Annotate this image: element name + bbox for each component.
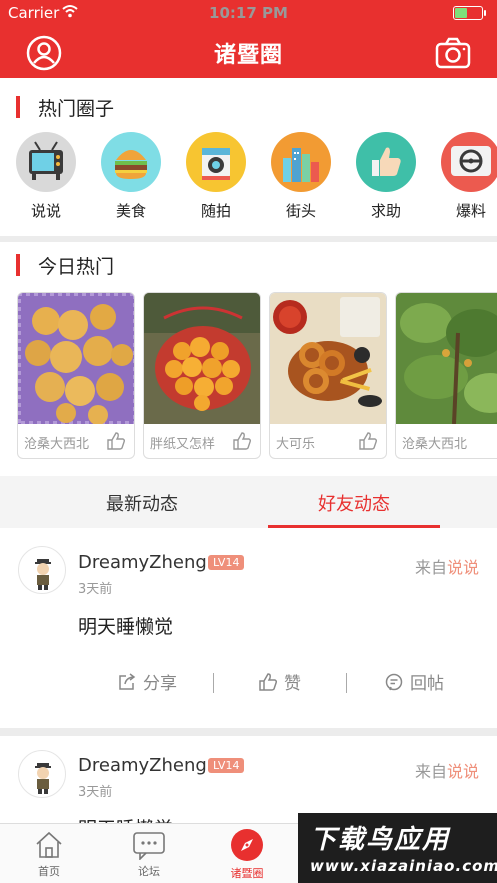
circle-item-food[interactable]: 美食 <box>99 130 163 221</box>
circle-item-street[interactable]: 街头 <box>269 130 333 221</box>
post-source: 来自说说 <box>415 758 479 782</box>
tab-forum[interactable]: 论坛 <box>109 830 189 879</box>
share-label: 分享 <box>143 674 177 694</box>
circle-label: 爆料 <box>455 202 486 220</box>
action-separator <box>213 673 214 693</box>
like-icon[interactable] <box>106 431 126 451</box>
card-caption: 沧桑大西北 <box>24 437 90 452</box>
post-content: 明天睡懒觉 <box>78 616 174 638</box>
circle-label: 美食 <box>115 202 146 220</box>
level-badge: LV14 <box>208 555 245 570</box>
circle-item-report[interactable]: 爆料 <box>439 130 497 221</box>
avatar[interactable] <box>18 750 66 798</box>
battery-icon <box>453 6 486 20</box>
post-time: 3天前 <box>78 582 113 597</box>
hot-card[interactable]: 大可乐 <box>269 292 387 459</box>
tab-label: 诸暨圈 <box>230 867 264 880</box>
feed-post[interactable]: DreamyZheng LV14 3天前 来自说说 明天睡懒觉 分享 赞 回帖 <box>0 528 497 728</box>
post-actions: 分享 赞 回帖 <box>0 669 497 699</box>
card-caption: 大可乐 <box>276 437 316 452</box>
steering-icon <box>441 132 497 192</box>
circle-label: 求助 <box>370 202 401 220</box>
post-source: 来自说说 <box>415 554 479 578</box>
action-separator <box>346 673 347 693</box>
post-divider <box>0 728 497 736</box>
circle-label: 街头 <box>285 202 316 220</box>
comment-icon <box>385 673 403 690</box>
circle-label: 说说 <box>30 202 61 220</box>
thumbs-up-icon <box>356 132 416 192</box>
watermark-title: 下载鸟应用 <box>310 825 451 855</box>
card-caption: 沧桑大西北 <box>402 437 468 452</box>
hot-circles-list: 说说 美食 随拍 街头 求助 爆料 <box>0 130 497 230</box>
like-label: 赞 <box>284 674 301 694</box>
status-bar: Carrier 10:17 PM <box>0 0 497 26</box>
tab-friends[interactable]: 好友动态 <box>269 490 439 516</box>
tv-icon <box>16 132 76 192</box>
hot-card[interactable]: 沧桑大西北 <box>395 292 497 459</box>
watermark-logo: 下载鸟应用 www.xiazainiao.com <box>298 813 497 883</box>
hot-card[interactable]: 胖纸又怎样 <box>143 292 261 459</box>
source-prefix: 来自 <box>414 762 447 781</box>
section-accent-bar <box>16 254 20 276</box>
home-icon <box>36 831 62 858</box>
hot-card[interactable]: 沧桑大西北 <box>17 292 135 459</box>
like-button[interactable]: 赞 <box>258 669 301 694</box>
tab-home[interactable]: 首页 <box>9 830 89 879</box>
feed-tabs: 最新动态 好友动态 <box>0 476 497 528</box>
source-link[interactable]: 说说 <box>447 558 479 577</box>
circle-item-snapshot[interactable]: 随拍 <box>184 130 248 221</box>
hot-circles-title: 热门圈子 <box>38 98 115 120</box>
level-badge: LV14 <box>208 758 245 773</box>
like-icon[interactable] <box>232 431 252 451</box>
compass-icon <box>231 829 263 861</box>
circle-item-help[interactable]: 求助 <box>354 130 418 221</box>
hot-circles-header: 热门圈子 <box>0 82 497 128</box>
tab-latest[interactable]: 最新动态 <box>57 490 227 516</box>
app-screen: Carrier 10:17 PM 诸暨圈 热门圈子 说说 美食 随拍 街头 求助… <box>0 0 497 883</box>
loquat-bucket-photo <box>144 293 260 424</box>
reply-label: 回帖 <box>410 674 444 694</box>
loquat-basket-photo <box>18 293 134 424</box>
status-time: 10:17 PM <box>209 4 288 22</box>
today-hot-title: 今日热门 <box>38 256 115 278</box>
avatar[interactable] <box>18 546 66 594</box>
fried-food-photo <box>270 293 386 424</box>
source-prefix: 来自 <box>414 558 447 577</box>
card-caption: 胖纸又怎样 <box>150 437 216 452</box>
nav-bar: 诸暨圈 <box>0 26 497 78</box>
city-icon <box>271 132 331 192</box>
camera-icon[interactable] <box>435 37 471 69</box>
watermark-url: www.xiazainiao.com <box>310 857 497 875</box>
today-hot-cards: 沧桑大西北 胖纸又怎样 大可乐 沧桑大西北 <box>0 292 497 462</box>
source-link[interactable]: 说说 <box>447 762 479 781</box>
tab-zhujiquan[interactable]: 诸暨圈 <box>207 829 287 881</box>
today-hot-header: 今日热门 <box>0 240 497 286</box>
tab-label: 论坛 <box>138 865 160 878</box>
tab-label: 首页 <box>38 865 60 878</box>
circle-label: 随拍 <box>200 202 231 220</box>
post-time: 3天前 <box>78 785 113 800</box>
share-icon <box>119 672 136 690</box>
circle-item-shuoshuo[interactable]: 说说 <box>14 130 78 221</box>
username[interactable]: DreamyZheng <box>78 552 207 573</box>
username[interactable]: DreamyZheng <box>78 755 207 776</box>
forum-icon <box>133 832 165 860</box>
burger-icon <box>101 132 161 192</box>
tree-photo <box>396 293 497 424</box>
like-icon[interactable] <box>358 431 378 451</box>
page-title: 诸暨圈 <box>213 43 283 68</box>
camera-icon <box>186 132 246 192</box>
share-button[interactable]: 分享 <box>117 669 177 694</box>
section-accent-bar <box>16 96 20 118</box>
reply-button[interactable]: 回帖 <box>384 669 444 694</box>
like-icon <box>259 672 278 691</box>
